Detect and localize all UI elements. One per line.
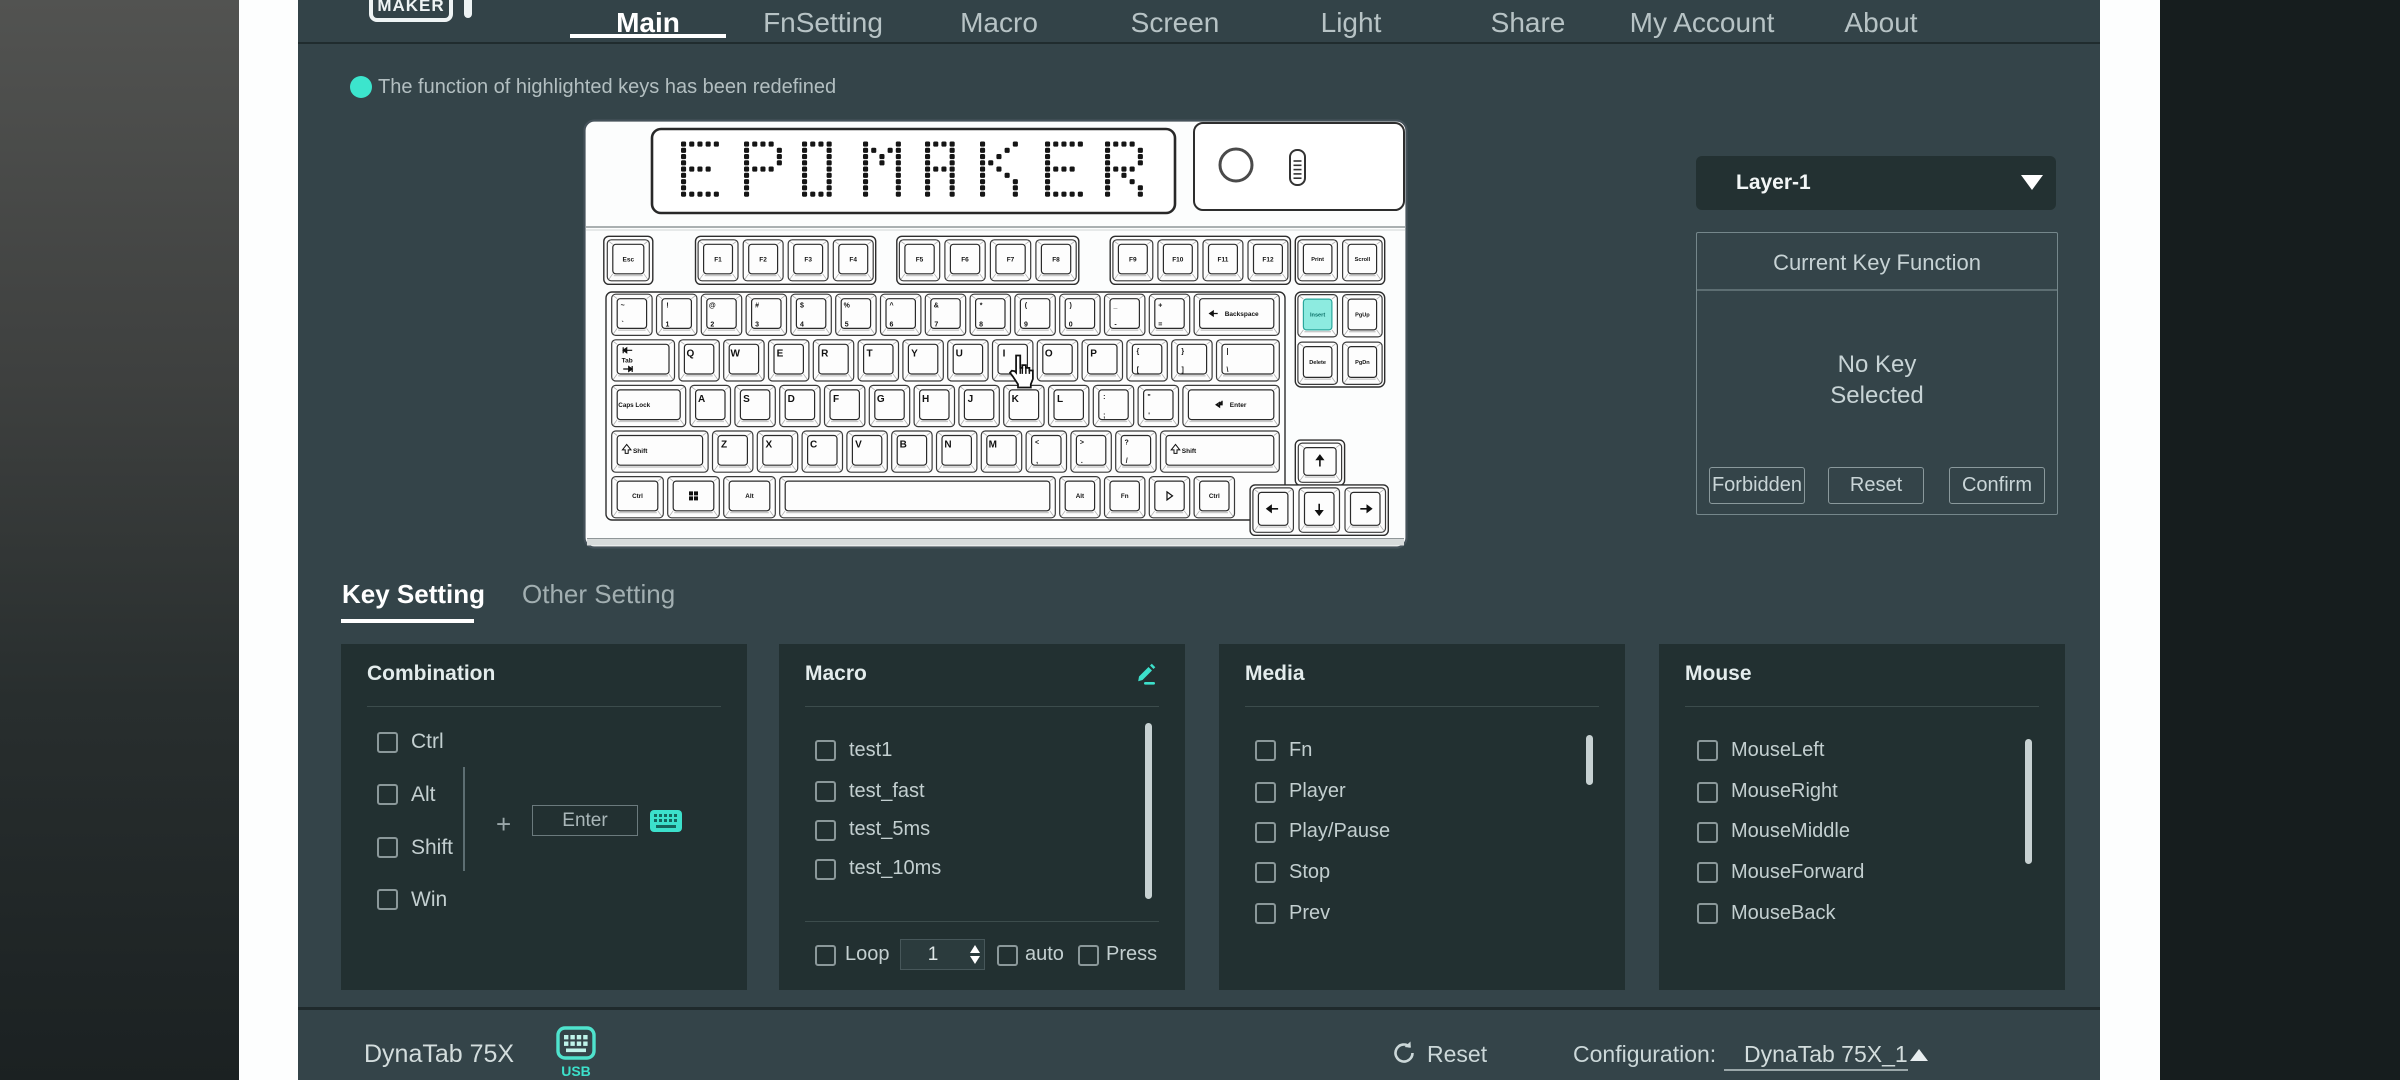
svg-text:F10: F10 — [1172, 256, 1184, 263]
svg-text:E: E — [777, 348, 784, 359]
svg-text::: : — [1103, 394, 1105, 401]
svg-text:]: ] — [1182, 367, 1184, 374]
svg-text:P: P — [1090, 348, 1097, 359]
svg-text:F4: F4 — [849, 256, 857, 263]
svg-text:/: / — [1126, 458, 1128, 465]
svg-text:C: C — [810, 440, 817, 451]
svg-text:+: + — [1158, 303, 1162, 310]
svg-text:X: X — [765, 440, 772, 451]
svg-text:3: 3 — [755, 321, 759, 328]
svg-text:): ) — [1070, 303, 1072, 310]
svg-text:<: < — [1035, 440, 1039, 447]
svg-text:{: { — [1137, 348, 1140, 355]
svg-text:!: ! — [666, 303, 668, 310]
svg-text:V: V — [855, 440, 862, 451]
svg-text:T: T — [867, 348, 873, 359]
svg-text:0: 0 — [1069, 321, 1073, 328]
svg-text:,: , — [1036, 458, 1038, 465]
svg-text:N: N — [944, 440, 951, 451]
svg-text:R: R — [821, 348, 829, 359]
svg-text:$: $ — [800, 303, 804, 310]
svg-text:L: L — [1057, 394, 1063, 405]
svg-text:Alt: Alt — [1076, 493, 1085, 500]
svg-text:G: G — [877, 394, 885, 405]
svg-text:#: # — [755, 303, 759, 310]
svg-text:Z: Z — [721, 440, 727, 451]
svg-text:7: 7 — [934, 321, 938, 328]
svg-text:K: K — [1012, 394, 1020, 405]
svg-text:Delete: Delete — [1309, 360, 1326, 366]
svg-text:A: A — [698, 394, 705, 405]
svg-text:>: > — [1080, 440, 1084, 447]
svg-text:Alt: Alt — [745, 493, 754, 500]
svg-text:^: ^ — [889, 302, 893, 310]
svg-text:F12: F12 — [1262, 256, 1274, 263]
svg-text:Tab: Tab — [622, 358, 633, 365]
svg-text:H: H — [922, 394, 929, 405]
svg-text:8: 8 — [979, 321, 983, 328]
svg-text:Esc: Esc — [623, 256, 635, 263]
svg-text:Scroll: Scroll — [1355, 257, 1371, 263]
svg-text:_: _ — [1113, 303, 1118, 310]
svg-text:*: * — [980, 303, 983, 310]
svg-text:|: | — [1227, 348, 1229, 355]
svg-text:Insert: Insert — [1310, 313, 1325, 319]
svg-text:Fn: Fn — [1121, 493, 1129, 500]
svg-text:\: \ — [1227, 367, 1229, 374]
svg-text:": " — [1147, 394, 1150, 401]
svg-text:Ctrl: Ctrl — [632, 493, 643, 500]
svg-text:Enter: Enter — [1230, 402, 1247, 409]
svg-text:J: J — [968, 394, 974, 405]
svg-text:2: 2 — [710, 321, 714, 328]
svg-text:S: S — [743, 394, 750, 405]
svg-text:Shift: Shift — [1182, 448, 1197, 455]
svg-text:~: ~ — [621, 303, 625, 310]
svg-text:.: . — [1081, 458, 1083, 465]
svg-text:Caps Lock: Caps Lock — [618, 402, 650, 409]
svg-text:Q: Q — [687, 348, 695, 359]
svg-text:`: ` — [622, 321, 624, 328]
svg-text:PgDn: PgDn — [1355, 360, 1370, 366]
svg-text:&: & — [934, 303, 939, 310]
svg-text:F9: F9 — [1129, 256, 1137, 263]
svg-text:F6: F6 — [961, 256, 969, 263]
svg-text:1: 1 — [666, 321, 670, 328]
svg-text:M: M — [989, 440, 997, 451]
svg-text:PgUp: PgUp — [1355, 313, 1370, 319]
svg-text:4: 4 — [800, 321, 804, 328]
svg-text:B: B — [900, 440, 907, 451]
svg-text:D: D — [788, 394, 795, 405]
svg-text:F3: F3 — [804, 256, 812, 263]
svg-text:W: W — [730, 348, 740, 359]
svg-text:Print: Print — [1311, 257, 1324, 263]
svg-text:5: 5 — [845, 321, 849, 328]
svg-text:6: 6 — [890, 321, 894, 328]
svg-text:Ctrl: Ctrl — [1209, 493, 1220, 500]
svg-text:%: % — [844, 303, 851, 310]
svg-text:F8: F8 — [1052, 256, 1060, 263]
svg-text:Y: Y — [911, 348, 918, 359]
svg-text:9: 9 — [1024, 321, 1028, 328]
svg-text:U: U — [956, 348, 963, 359]
svg-text:F7: F7 — [1007, 256, 1015, 263]
svg-text:F11: F11 — [1217, 256, 1228, 263]
svg-text:O: O — [1045, 348, 1053, 359]
svg-text:?: ? — [1125, 440, 1129, 447]
svg-text:Shift: Shift — [633, 448, 648, 455]
svg-text:=: = — [1158, 321, 1162, 328]
svg-text:F2: F2 — [759, 256, 767, 263]
svg-text:F5: F5 — [916, 256, 924, 263]
svg-text:F1: F1 — [714, 256, 722, 263]
svg-text:}: } — [1181, 348, 1184, 355]
svg-text:@: @ — [709, 303, 716, 310]
svg-text:;: ; — [1103, 413, 1105, 420]
svg-text:F: F — [833, 394, 839, 405]
svg-text:Backspace: Backspace — [1225, 311, 1259, 318]
